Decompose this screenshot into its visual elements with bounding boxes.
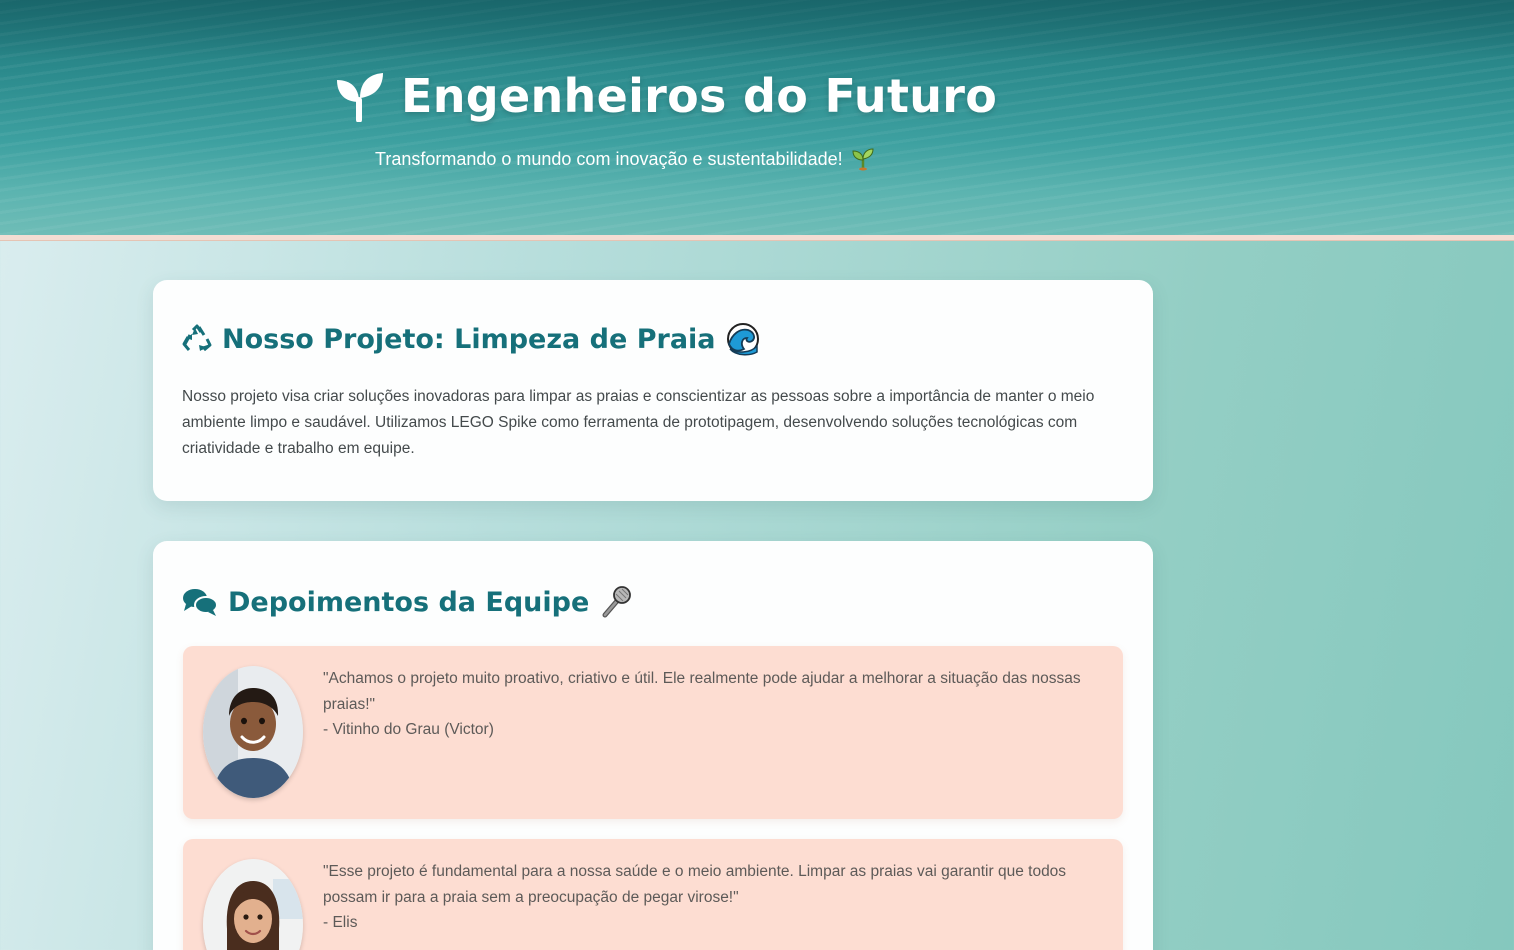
testimonials-heading-row: Depoimentos da Equipe	[182, 585, 633, 619]
project-card: Nosso Projeto: Limpeza de Praia Nosso pr…	[153, 280, 1153, 501]
project-heading: Nosso Projeto: Limpeza de Praia	[222, 323, 716, 355]
testimonial-text: "Esse projeto é fundamental para a nossa…	[323, 859, 1098, 936]
testimonial-card: "Esse projeto é fundamental para a nossa…	[183, 839, 1123, 950]
microphone-emoji	[602, 586, 632, 618]
page-title: Engenheiros do Futuro	[401, 69, 998, 123]
avatar-victor	[203, 666, 303, 798]
testimonials-heading: Depoimentos da Equipe	[228, 586, 590, 618]
recycle-icon	[182, 324, 212, 352]
testimonial-author: - Elis	[323, 914, 358, 931]
header-divider	[0, 235, 1514, 241]
page-subtitle-row: Transformando o mundo com inovação e sus…	[375, 147, 875, 171]
avatar-elis	[203, 859, 303, 950]
testimonial-text: "Achamos o projeto muito proativo, criat…	[323, 666, 1098, 743]
testimonial-card: "Achamos o projeto muito proativo, criat…	[183, 646, 1123, 819]
testimonial-quote: "Esse projeto é fundamental para a nossa…	[323, 863, 1067, 906]
seedling-emoji	[852, 148, 874, 171]
project-description: Nosso projeto visa criar soluções inovad…	[182, 388, 1095, 457]
wave-emoji	[726, 323, 759, 356]
comments-icon	[183, 589, 218, 616]
testimonial-author: - Vitinho do Grau (Victor)	[323, 721, 494, 738]
testimonials-card: Depoimentos da Equipe "Achamos o projeto…	[153, 541, 1153, 950]
project-heading-row: Nosso Projeto: Limpeza de Praia	[182, 322, 760, 356]
page-subtitle: Transformando o mundo com inovação e sus…	[375, 148, 843, 169]
page-title-row: Engenheiros do Futuro	[335, 64, 997, 128]
testimonial-quote: "Achamos o projeto muito proativo, criat…	[323, 670, 1081, 713]
seedling-icon	[337, 73, 383, 122]
